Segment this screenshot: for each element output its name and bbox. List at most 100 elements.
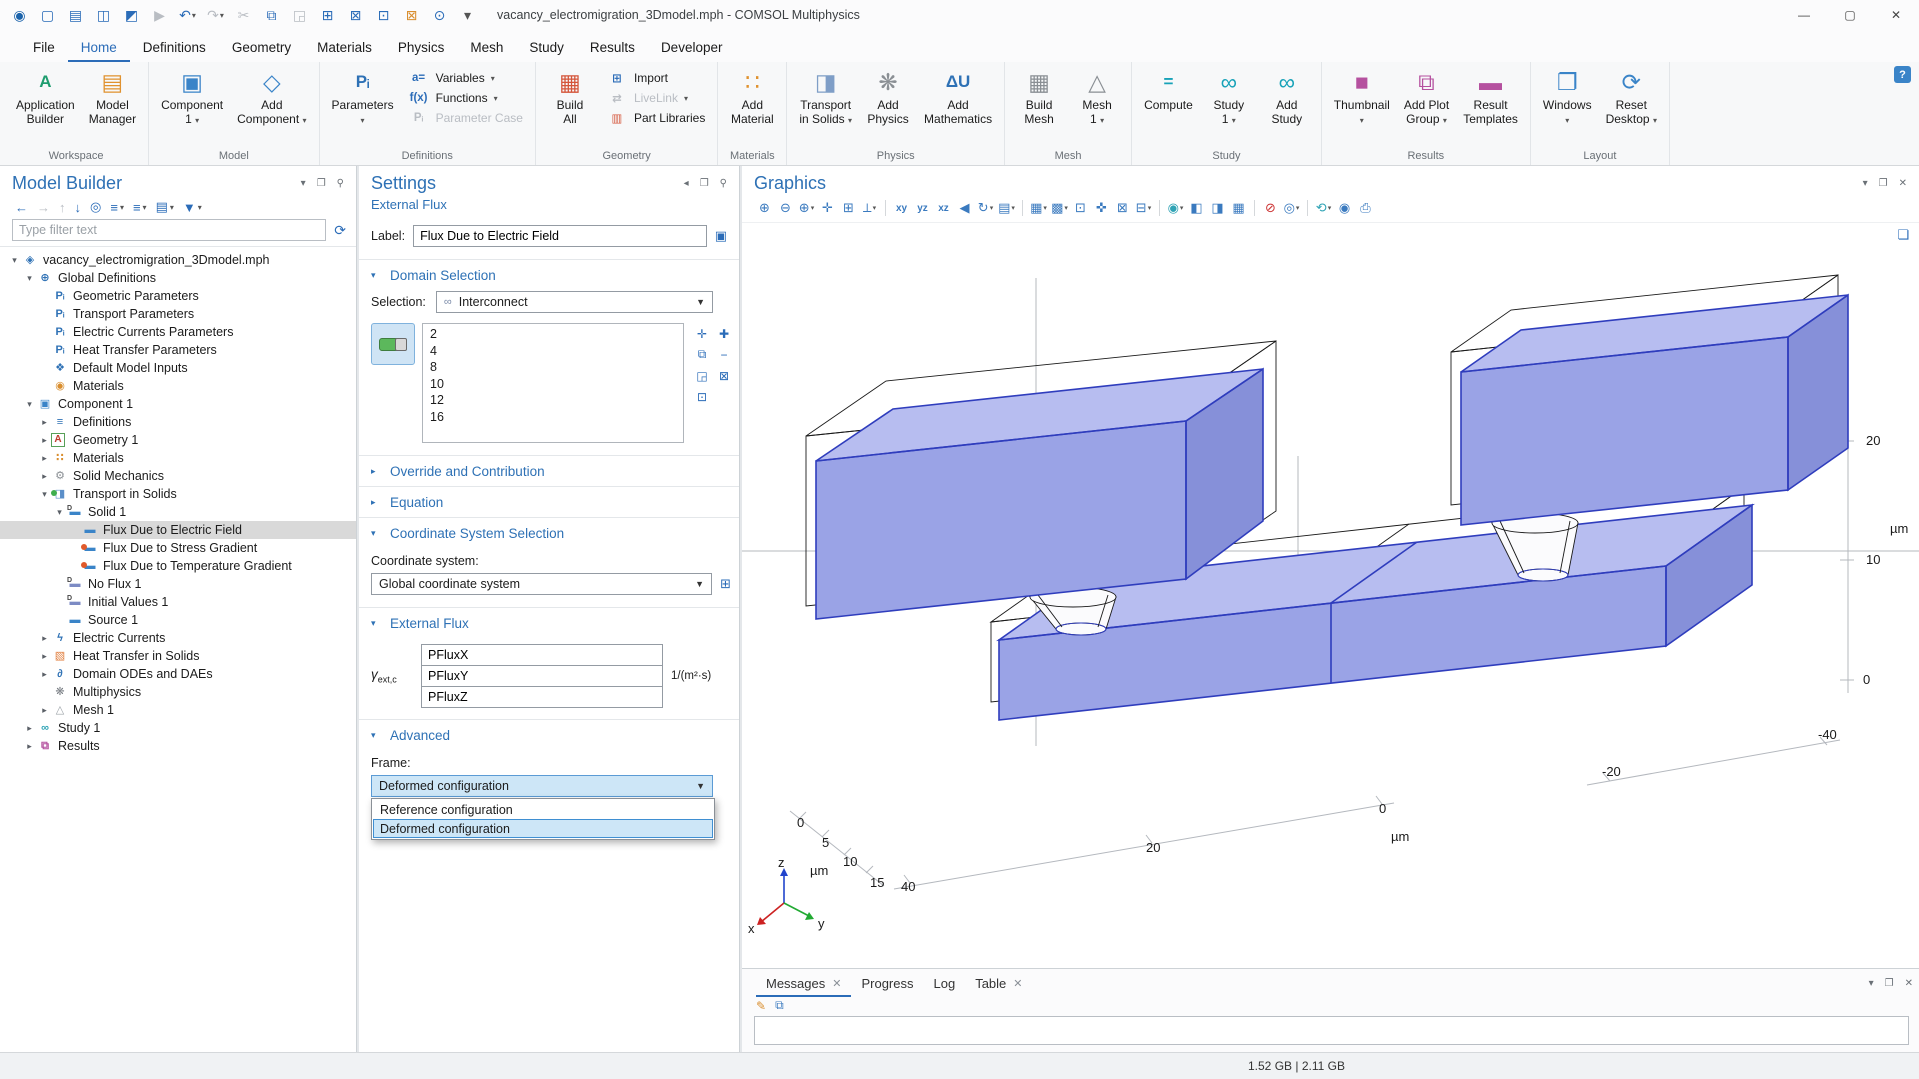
add-component-button[interactable]: ◇AddComponent ▾ xyxy=(230,65,313,130)
snapshot-icon[interactable]: ◉ xyxy=(1334,197,1355,219)
section-advanced[interactable]: ▾ Advanced xyxy=(359,719,739,750)
add-mathematics-button[interactable]: ΔUAddMathematics xyxy=(917,65,999,128)
view-xz-icon[interactable]: xz xyxy=(933,197,954,219)
tree-item-solid-1[interactable]: ▾▬DSolid 1 xyxy=(0,503,356,521)
tab-messages[interactable]: Messages✕ xyxy=(756,969,851,997)
section-coordinate-system[interactable]: ▾ Coordinate System Selection xyxy=(359,517,739,548)
tree-item-flux-due-to-stress-gradient[interactable]: ▬Flux Due to Stress Gradient xyxy=(0,539,356,557)
find-icon[interactable]: ⊙ xyxy=(426,3,453,27)
menu-tab-developer[interactable]: Developer xyxy=(648,30,736,62)
frame-dropdown[interactable]: Deformed configuration ▼ xyxy=(371,775,713,797)
menu-tab-mesh[interactable]: Mesh xyxy=(457,30,516,62)
tree-item-default-model-inputs[interactable]: ❖Default Model Inputs xyxy=(0,359,356,377)
deformed-right-box[interactable] xyxy=(1461,295,1848,525)
chevron-down-icon[interactable]: ▾ xyxy=(23,273,36,284)
tree-item-vacancy-electromigration-3dmodel-mph[interactable]: ▾◈vacancy_electromigration_3Dmodel.mph xyxy=(0,251,356,269)
undo-icon[interactable]: ↶▾ xyxy=(174,3,201,27)
livelink-button[interactable]: ⇄LiveLink▾ xyxy=(601,89,710,107)
tree-item-flux-due-to-temperature-gradient[interactable]: ▬Flux Due to Temperature Gradient xyxy=(0,557,356,575)
import-button[interactable]: ⊞Import xyxy=(601,69,710,87)
windows-button[interactable]: ❐Windows ▾ xyxy=(1536,65,1599,130)
tree-item-flux-due-to-electric-field[interactable]: ▬Flux Due to Electric Field xyxy=(0,521,356,539)
chevron-right-icon[interactable]: ▸ xyxy=(38,435,51,446)
thumbnail-button[interactable]: ■Thumbnail ▾ xyxy=(1327,65,1397,130)
model-tree-nodes-icon[interactable]: ▤▾ xyxy=(153,199,177,215)
refresh-icon[interactable]: ⟳ xyxy=(334,222,346,239)
chevron-right-icon[interactable]: ▸ xyxy=(38,417,51,428)
menu-tab-materials[interactable]: Materials xyxy=(304,30,385,62)
paste-selection-icon[interactable]: ◲ xyxy=(691,365,713,386)
tree-item-study-1[interactable]: ▸∞Study 1 xyxy=(0,719,356,737)
menu-tab-results[interactable]: Results xyxy=(577,30,648,62)
close-icon[interactable]: ✕ xyxy=(1013,977,1022,990)
nav-forward-icon[interactable]: → xyxy=(34,200,53,215)
build-all-button[interactable]: ▦BuildAll xyxy=(541,65,599,128)
functions-button[interactable]: f(x)Functions▾ xyxy=(403,89,528,107)
tree-item-transport-parameters[interactable]: PᵢTransport Parameters xyxy=(0,305,356,323)
messages-content[interactable] xyxy=(754,1016,1909,1045)
domain-list-item[interactable]: 12 xyxy=(430,392,676,409)
panel-close-icon[interactable]: ✕ xyxy=(1903,977,1915,990)
run-icon[interactable]: ▶ xyxy=(146,3,173,27)
chevron-right-icon[interactable]: ▸ xyxy=(38,669,51,680)
part-libraries-button[interactable]: ▥Part Libraries xyxy=(601,109,710,127)
close-button[interactable]: ✕ xyxy=(1873,0,1919,30)
menu-tab-study[interactable]: Study xyxy=(516,30,577,62)
zoom-to-selection-icon[interactable]: ⊡ xyxy=(691,386,713,407)
frame-option-reference-configuration[interactable]: Reference configuration xyxy=(373,800,713,819)
help-button[interactable]: ? xyxy=(1894,66,1911,83)
component-1-button[interactable]: ▣Component1 ▾ xyxy=(154,65,230,130)
clear-hiding-icon[interactable]: ⊘ xyxy=(1260,197,1281,219)
section-equation[interactable]: ▸ Equation xyxy=(359,486,739,517)
copy-icon[interactable]: ⧉ xyxy=(258,3,285,27)
transport-in-solids-button[interactable]: ◨Transportin Solids ▾ xyxy=(792,65,859,130)
tree-item-solid-mechanics[interactable]: ▸⚙Solid Mechanics xyxy=(0,467,356,485)
menu-tab-home[interactable]: Home xyxy=(68,30,130,62)
tab-table[interactable]: Table✕ xyxy=(965,969,1032,997)
print-icon[interactable]: ⎙ xyxy=(1355,197,1376,219)
clear-selection-icon[interactable]: ⊠ xyxy=(713,365,735,386)
add-study-button[interactable]: ∞AddStudy xyxy=(1258,65,1316,128)
environment-icon[interactable]: ▩▾ xyxy=(1049,197,1070,219)
open-file-icon[interactable]: ▤ xyxy=(62,3,89,27)
variables-button[interactable]: a=Variables▾ xyxy=(403,69,528,87)
external-flux-input-x[interactable] xyxy=(421,644,663,666)
compute-button[interactable]: =Compute xyxy=(1137,65,1200,114)
chevron-right-icon[interactable]: ▸ xyxy=(38,453,51,464)
update-scene-icon[interactable]: ⟲▾ xyxy=(1313,197,1334,219)
domain-list-item[interactable]: 8 xyxy=(430,359,676,376)
tree-item-geometric-parameters[interactable]: PᵢGeometric Parameters xyxy=(0,287,356,305)
show-hide-icon[interactable]: ◎ xyxy=(87,199,104,215)
frame-option-deformed-configuration[interactable]: Deformed configuration xyxy=(373,819,713,838)
coordinate-system-dropdown[interactable]: Global coordinate system ▼ xyxy=(371,573,712,595)
clear-messages-icon[interactable]: ✎ xyxy=(756,999,766,1013)
duplicate-icon[interactable]: ⊞ xyxy=(314,3,341,27)
chevron-right-icon[interactable]: ▸ xyxy=(23,723,36,734)
chevron-right-icon[interactable]: ▸ xyxy=(38,705,51,716)
menu-tab-physics[interactable]: Physics xyxy=(385,30,458,62)
split-vertical-icon[interactable]: ◨ xyxy=(1207,197,1228,219)
add-material-button[interactable]: ∷AddMaterial xyxy=(723,65,781,128)
save-icon[interactable]: ◫ xyxy=(90,3,117,27)
select-filter-icon[interactable]: ⊟▾ xyxy=(1133,197,1154,219)
create-coordinate-system-button[interactable]: ⊞ xyxy=(720,576,731,592)
tree-filter-input[interactable] xyxy=(12,219,326,241)
panel-float-icon[interactable]: ❐ xyxy=(1877,177,1890,190)
menu-tab-file[interactable]: File xyxy=(20,30,68,62)
collapse-all-icon[interactable]: ≡▾ xyxy=(130,200,150,215)
split-horizontal-icon[interactable]: ◧ xyxy=(1186,197,1207,219)
panel-menu-icon[interactable]: ▾ xyxy=(1861,177,1870,190)
tree-item-electric-currents[interactable]: ▸ϟElectric Currents xyxy=(0,629,356,647)
panel-float-icon[interactable]: ❐ xyxy=(315,177,328,190)
selection-appearance-icon[interactable]: ◎▾ xyxy=(1281,197,1302,219)
domain-list-item[interactable]: 10 xyxy=(430,376,676,393)
redo-icon[interactable]: ↷▾ xyxy=(202,3,229,27)
move-up-icon[interactable]: ↑ xyxy=(56,200,69,215)
external-flux-input-z[interactable] xyxy=(421,686,663,708)
add-plot-group-button[interactable]: ⧉Add PlotGroup ▾ xyxy=(1397,65,1456,130)
parameter-case-button[interactable]: PᵢParameter Case xyxy=(403,109,528,127)
panel-menu-icon[interactable]: ▾ xyxy=(1867,977,1876,990)
tree-item-transport-in-solids[interactable]: ▾◨Transport in Solids xyxy=(0,485,356,503)
chevron-down-icon[interactable]: ▾ xyxy=(53,507,66,518)
application-builder-button[interactable]: AApplicationBuilder xyxy=(9,65,82,128)
